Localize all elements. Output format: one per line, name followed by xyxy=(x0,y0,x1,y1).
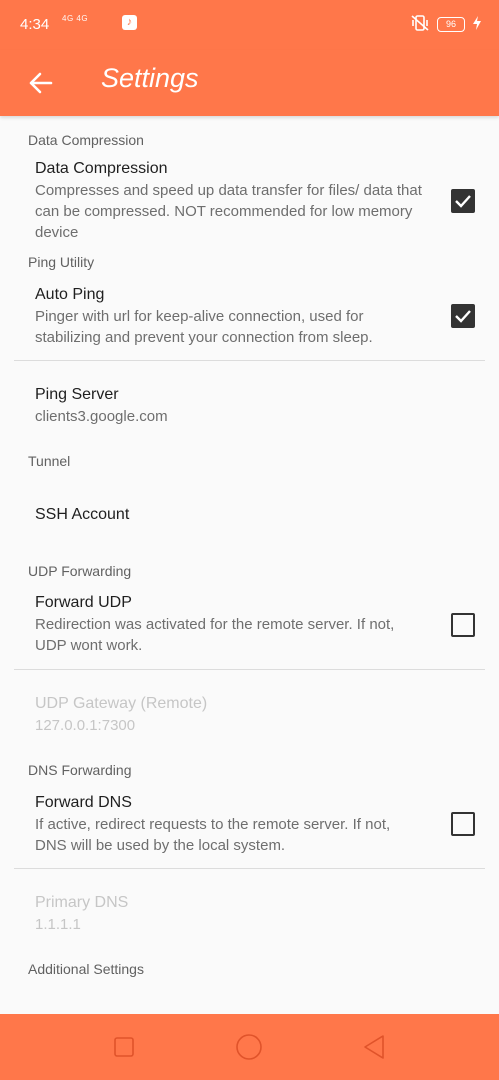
pref-summary: 1.1.1.1 xyxy=(35,916,81,933)
pref-title: Data Compression xyxy=(35,160,168,177)
arrow-back-icon xyxy=(29,72,53,94)
divider xyxy=(14,360,485,361)
pref-primary-dns: Primary DNS 1.1.1.1 xyxy=(35,893,425,935)
category-tunnel: Tunnel xyxy=(28,453,71,469)
pref-forward-dns[interactable]: Forward DNS If active, redirect requests… xyxy=(35,793,425,856)
back-button[interactable] xyxy=(20,63,60,103)
pref-title: Auto Ping xyxy=(35,286,105,303)
pref-forward-udp[interactable]: Forward UDP Redirection was activated fo… xyxy=(35,593,425,656)
charging-icon xyxy=(473,15,481,33)
pref-ping-server[interactable]: Ping Server clients3.google.com xyxy=(35,385,425,427)
status-time: 4:34 xyxy=(20,16,50,33)
nav-home-button[interactable] xyxy=(234,1032,264,1062)
category-dns-forwarding: DNS Forwarding xyxy=(28,762,132,778)
category-ping-utility: Ping Utility xyxy=(28,254,95,270)
navigation-bar xyxy=(0,1014,499,1080)
app-bar: Settings xyxy=(0,50,499,116)
pref-title: SSH Account xyxy=(35,506,130,523)
pref-summary: Compresses and speed up data transfer fo… xyxy=(35,182,422,241)
pref-title: Primary DNS xyxy=(35,894,129,911)
pref-summary: Redirection was activated for the remote… xyxy=(35,616,395,654)
category-data-compression: Data Compression xyxy=(28,132,144,148)
circle-icon xyxy=(236,1034,262,1060)
status-right-group: 96 xyxy=(411,14,481,34)
pref-summary: clients3.google.com xyxy=(35,408,168,425)
pref-udp-gateway: UDP Gateway (Remote) 127.0.0.1:7300 xyxy=(35,694,425,736)
pref-title: Forward DNS xyxy=(35,794,132,811)
nav-back-button[interactable] xyxy=(359,1032,389,1062)
page-title: Settings xyxy=(101,63,199,93)
nav-recents-button[interactable] xyxy=(109,1032,139,1062)
category-udp-forwarding: UDP Forwarding xyxy=(28,563,132,579)
category-additional-settings: Additional Settings xyxy=(28,961,144,977)
music-notification-icon: ♪ xyxy=(122,15,137,30)
square-icon xyxy=(114,1037,134,1057)
pref-summary: If active, redirect requests to the remo… xyxy=(35,816,391,854)
data-compression-checkbox[interactable] xyxy=(451,189,475,213)
check-icon xyxy=(455,195,471,208)
forward-dns-checkbox[interactable] xyxy=(451,812,475,836)
pref-ssh-account[interactable]: SSH Account xyxy=(35,505,425,525)
network-signal-text: 4G 4G xyxy=(62,14,89,23)
pref-title: Forward UDP xyxy=(35,594,132,611)
battery-indicator: 96 xyxy=(437,16,465,32)
forward-udp-checkbox[interactable] xyxy=(451,613,475,637)
auto-ping-checkbox[interactable] xyxy=(451,304,475,328)
divider xyxy=(14,669,485,670)
pref-summary: 127.0.0.1:7300 xyxy=(35,717,136,734)
pref-data-compression[interactable]: Data Compression Compresses and speed up… xyxy=(35,159,425,243)
pref-title: UDP Gateway (Remote) xyxy=(35,695,208,712)
pref-auto-ping[interactable]: Auto Ping Pinger with url for keep-alive… xyxy=(35,285,425,348)
pref-summary: Pinger with url for keep-alive connectio… xyxy=(35,308,373,346)
pref-title: Ping Server xyxy=(35,386,119,403)
status-bar: 4:34 4G 4G ♪ 96 xyxy=(0,0,499,50)
vibrate-icon xyxy=(411,14,429,34)
divider xyxy=(14,868,485,869)
triangle-icon xyxy=(364,1035,384,1059)
check-icon xyxy=(455,310,471,323)
